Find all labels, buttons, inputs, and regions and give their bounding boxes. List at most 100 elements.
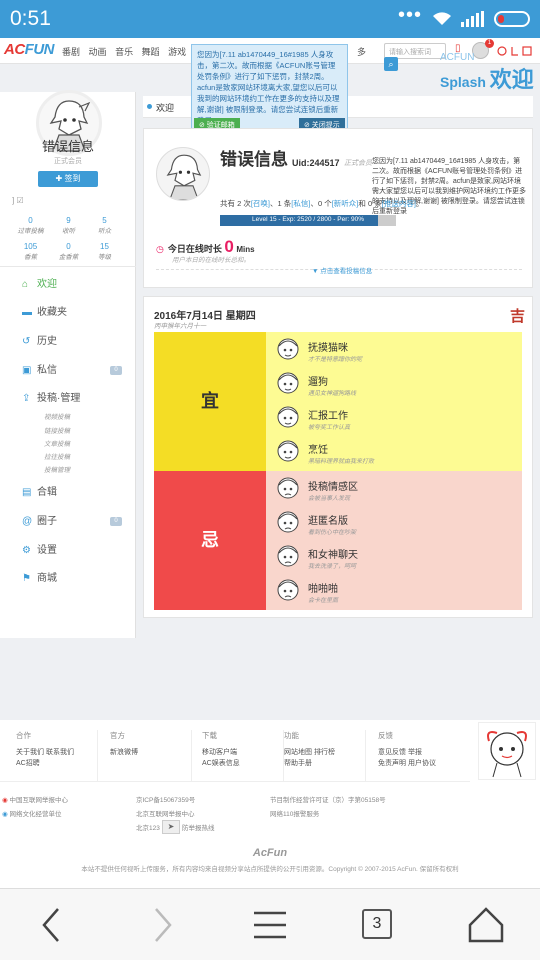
status-bar: 0:51 •••	[0, 0, 540, 38]
footer-link[interactable]: AC招聘	[16, 758, 97, 769]
sidebar-item-history[interactable]: ↺ 历史	[0, 331, 136, 353]
footer-link[interactable]: AC娱表信息	[202, 758, 283, 769]
sidebar-item-settings[interactable]: ⚙ 设置	[0, 540, 136, 562]
stat-label: 听众	[98, 228, 111, 235]
footer-col-heading: 官方	[110, 731, 125, 740]
fortune-bad-label: 忌	[154, 471, 266, 610]
fortune-grid: 宜 忌 抚摸猫咪 才不是特意蹭你的呢 遛狗 遇见女神遛狗路线 汇报工作 被夸奖工作认真…	[154, 332, 522, 610]
footer-col-heading: 反馈	[378, 731, 393, 740]
submenu-link-upload[interactable]: 链接投稿	[44, 425, 70, 435]
status-dots: •••	[398, 4, 423, 26]
nav-tool-icons[interactable]	[497, 45, 537, 57]
forward-icon[interactable]	[140, 903, 184, 947]
footer-col-heading: 功能	[284, 731, 299, 740]
splash-banner: Splash 欢迎	[440, 62, 534, 94]
tab-welcome[interactable]: 欢迎	[156, 101, 174, 114]
nav-link[interactable]: 游戏	[168, 47, 186, 57]
nav-link[interactable]: 番剧	[62, 47, 80, 57]
footer-link[interactable]: 网站地图 排行榜	[284, 747, 365, 758]
splash-welcome: 欢迎	[489, 67, 534, 92]
submenu-article-upload[interactable]: 文章投稿	[44, 438, 70, 448]
footer-report-center[interactable]: ◉ 中国互联网举报中心	[2, 794, 68, 804]
counts-text: 共有 2 次	[220, 199, 251, 208]
footer-link[interactable]: 关于我们 联系我们	[16, 747, 97, 758]
level-text: Level 15 - Exp: 2520 / 2800 - Per: 90%	[251, 216, 364, 223]
status-time: 0:51	[10, 7, 51, 30]
sidebar-item-upload[interactable]: ⇪ 投稿·管理	[0, 388, 136, 410]
footer-icp[interactable]: 京ICP备15067359号	[136, 794, 195, 804]
online-label: 今日在线时长	[167, 244, 222, 254]
messages-link[interactable]: [私信]	[291, 199, 310, 208]
nav-link[interactable]: 动画	[89, 47, 107, 57]
fortune-bad-item: 啪啪啪 会卡在里面	[274, 575, 514, 609]
submenu-manage-upload[interactable]: 投稿管理	[44, 464, 70, 474]
footer-col-heading: 下载	[202, 731, 217, 740]
acfun-logo[interactable]: ACFUN	[4, 41, 55, 58]
fortune-item-title: 啪啪啪	[308, 584, 338, 595]
back-icon[interactable]	[30, 903, 74, 947]
submenu-other-upload[interactable]: 拉往投稿	[44, 451, 70, 461]
push-content-link[interactable]: [推送内容]	[382, 199, 416, 208]
footer-link[interactable]: 意见反馈 举报	[378, 747, 460, 758]
sidebar-item-collections[interactable]: ▤ 合辑	[0, 482, 136, 504]
stat-item[interactable]: 15 等级	[82, 242, 127, 261]
view-upload-info-link[interactable]: ▼ 点击查看投稿信息	[312, 265, 372, 275]
footer-beijing-report[interactable]: 北京互联网举报中心	[136, 808, 195, 818]
menu-icon[interactable]	[248, 903, 292, 947]
footer-link[interactable]: 帮助手册	[284, 758, 365, 769]
submenu-video-upload[interactable]: 视频投稿	[44, 411, 70, 421]
tab-dot	[147, 104, 152, 109]
footer-link[interactable]: 移动客户端	[202, 747, 283, 758]
footer-col: 官方 新浪微博	[104, 730, 192, 782]
profile-avatar[interactable]	[156, 147, 210, 201]
site-footer: 合作 关于我们 联系我们 AC招聘 官方 新浪微博 下载 移动客户端 AC娱表信息 功能网…	[0, 720, 540, 888]
level-progress-bar: Level 15 - Exp: 2520 / 2800 - Per: 90%	[220, 215, 396, 226]
footer-hotline[interactable]: 防举报热线	[182, 822, 215, 832]
stat-item[interactable]: 5 听众	[82, 216, 127, 235]
fortune-item-title: 逛匿名版	[308, 516, 348, 527]
footer-beijing-123[interactable]: 北京123	[136, 822, 160, 832]
footer-copyright: 本站不提供任何视听上传服务，所有内容均来自视频分享站点所提供的公开引用资源。Co…	[81, 866, 459, 873]
tabs-button[interactable]: 3	[362, 909, 392, 939]
book-icon: ▤	[22, 487, 32, 498]
daily-fortune-card: 2016年7月14日 星期四 丙申猴年六月十一 吉 宜 忌 抚摸猫咪 才不是特意蹭…	[143, 296, 533, 618]
profile-counts: 共有 2 次[召唤]、1 条[私信]、0 个[新听众]和 0 条[推送内容]。	[220, 198, 423, 209]
sidebar-item-shop[interactable]: ⚑ 商城	[0, 568, 136, 590]
sidebar-item-welcome[interactable]: ⌂ 欢迎	[0, 274, 136, 296]
fortune-good-item: 汇报工作 被夸奖工作认真	[274, 402, 514, 436]
search-icon[interactable]: ⌕	[384, 57, 398, 71]
sidebar-item-label: 设置	[37, 545, 57, 556]
sidebar-item-favorites[interactable]: ▬ 收藏夹	[0, 302, 136, 324]
footer-license[interactable]: 节目制作经营许可证（京）字第05158号	[270, 794, 386, 804]
chibi-icon	[277, 406, 299, 428]
user-sidebar: 错误信息 正式会员 ✚ 签到 ] ☑ 0 过审投稿 9 收听 5 听众 105 香蕉 0…	[0, 90, 136, 638]
sidebar-item-label: 圈子	[37, 516, 57, 527]
circles-badge: 0	[110, 517, 122, 526]
footer-link[interactable]: 新浪微博	[110, 747, 191, 758]
nav-more-link[interactable]: 多	[357, 45, 366, 58]
gear-icon: ⚙	[22, 545, 31, 556]
message-icon: ▣	[22, 365, 32, 376]
summon-link[interactable]: [召唤]	[251, 199, 270, 208]
nav-link[interactable]: 舞蹈	[142, 47, 160, 57]
sidebar-item-messages[interactable]: ▣ 私信 0	[0, 360, 136, 382]
footer-link[interactable]: 免责声明 用户协议	[378, 758, 460, 769]
footer-police[interactable]: 网络110报警服务	[270, 808, 319, 818]
fortune-good-item: 烹饪 黑暗料理界就由我来打败	[274, 436, 514, 470]
fortune-item-sub: 黑暗料理界就由我来打败	[308, 459, 375, 465]
sign-in-button[interactable]: ✚ 签到	[38, 171, 98, 187]
sidebar-item-circles[interactable]: @ 圈子 0	[0, 511, 136, 533]
home-icon: ⌂	[22, 279, 29, 290]
fortune-item-sub: 会卡在里面	[308, 598, 339, 604]
fortune-lunar-date: 丙申猴年六月十一	[154, 323, 206, 330]
nav-link[interactable]: 音乐	[115, 47, 133, 57]
edit-signature[interactable]: ] ☑	[12, 196, 24, 205]
new-followers-link[interactable]: [新听众]	[332, 199, 359, 208]
home-icon[interactable]	[464, 903, 508, 947]
upload-icon: ⇪	[22, 393, 31, 404]
logo-part-a: AC	[4, 41, 25, 58]
at-icon: @	[22, 516, 33, 527]
footer-brand: AcFun	[252, 847, 288, 859]
footer-culture[interactable]: ◉ 网络文化经营单位	[2, 808, 61, 818]
footer-col: 下载移动客户端 AC娱表信息	[196, 730, 284, 782]
